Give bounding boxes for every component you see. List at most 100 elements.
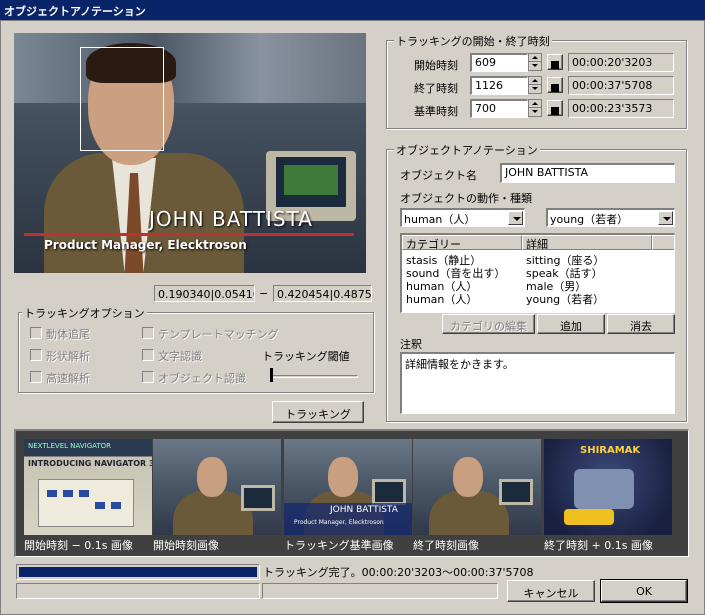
tracking-threshold-label: トラッキング閾値 [262,350,350,363]
thumb-person-head [453,457,483,497]
reference-set-button[interactable] [547,100,563,116]
motion-tracking-checkbox[interactable] [30,327,42,339]
list-item-detail[interactable]: young（若者） [526,291,604,307]
progress-bar [16,564,260,580]
bbox-separator: − [259,287,269,300]
text-recognition-checkbox[interactable] [142,349,154,361]
motion-tracking-label: 動体追尾 [46,328,90,341]
delete-button[interactable]: 消去 [607,314,675,334]
extra-column-header[interactable] [652,235,674,250]
video-caption-role: Product Manager, Elecktroson [44,238,247,252]
thumb-person-head [328,457,358,497]
thumb5-building [574,469,634,509]
thumb5-title: SHIRAMAK [580,445,641,456]
object-recognition-label: オブジェクト認識 [158,372,246,385]
start-time-label: 開始時刻 [414,59,458,72]
start-set-button[interactable] [547,54,563,70]
fast-analysis-checkbox[interactable] [30,371,42,383]
start-frame-spinner[interactable] [528,53,542,71]
end-timecode: 00:00:37'5708 [568,76,674,95]
list-item-category[interactable]: human（人） [406,291,477,307]
thumb-monitor [372,479,406,505]
object-detail-combo[interactable]: young（若者） [546,208,675,227]
bbox-y1: 0.054166 [214,288,254,301]
shape-analysis-checkbox[interactable] [30,349,42,361]
end-frame-spinner[interactable] [528,76,542,94]
video-preview[interactable]: JOHN BATTISTA Product Manager, Elecktros… [14,33,366,273]
edit-category-button[interactable]: カテゴリの編集 [442,314,535,334]
object-name-label: オブジェクト名 [400,169,477,182]
end-set-button[interactable] [547,77,563,93]
bbox-x1-y1: 0.190340|0.054166 [154,285,255,302]
object-name-input[interactable]: JOHN BATTISTA [500,163,675,183]
tracking-bounding-box[interactable] [80,47,164,151]
tracking-button[interactable]: トラッキング [272,401,364,423]
bbox-x1: 0.190340 [158,288,211,301]
object-action-label: オブジェクトの動作・種類 [400,192,532,205]
reference-frame-input[interactable]: 700 [470,99,528,118]
category-column-header[interactable]: カテゴリー [402,235,522,251]
thumbnail-end-plus[interactable]: SHIRAMAK [544,439,672,535]
bbox-x2: 0.420454 [277,288,330,301]
thumb-monitor [241,485,275,511]
object-type-combo[interactable]: human（人） [400,208,525,227]
thumb1-icon [63,490,73,497]
thumbnail-reference[interactable]: JOHN BATTISTA Product Manager, Elecktros… [284,439,412,535]
thumb5-taxi [564,509,614,525]
filmstrip-panel: NEXTLEVEL NAVIGATOR INTRODUCING NAVIGATO… [14,429,689,557]
chevron-down-icon[interactable] [658,211,673,225]
status-panel-secondary [262,583,498,599]
video-caption-name: JOHN BATTISTA [149,207,313,231]
thumbnail-caption: 終了時刻画像 [413,539,479,552]
thumb1-title-text: INTRODUCING NAVIGATOR 3.0 [28,459,152,468]
progress-bar-fill [19,567,257,577]
shape-analysis-label: 形状解析 [46,350,90,363]
thumbnail-caption: 開始時刻 − 0.1s 画像 [24,539,133,552]
category-list[interactable]: カテゴリー 詳細 stasis（静止） sitting（座る） sound（音を… [400,233,675,313]
thumb-person-head [197,457,227,497]
notes-textarea[interactable]: 詳細情報をかきます。 [400,352,675,414]
thumb1-header-text: NEXTLEVEL NAVIGATOR [28,442,112,450]
threshold-slider-handle[interactable] [270,368,273,382]
detail-column-header[interactable]: 詳細 [522,235,652,251]
reference-frame-spinner[interactable] [528,99,542,117]
fast-analysis-label: 高速解析 [46,372,90,385]
reference-time-label: 基準時刻 [414,105,458,118]
notes-label: 注釈 [400,338,422,351]
thumbnail-caption: 開始時刻画像 [153,539,219,552]
window-title: オブジェクトアノテーション [4,5,146,18]
thumbnail-start-minus[interactable]: NEXTLEVEL NAVIGATOR INTRODUCING NAVIGATO… [24,439,152,535]
stop-square-icon [551,107,559,115]
window-titlebar[interactable]: オブジェクトアノテーション [0,0,705,20]
start-frame-input[interactable]: 609 [470,53,528,72]
template-matching-checkbox[interactable] [142,327,154,339]
start-timecode: 00:00:20'3203 [568,53,674,72]
stop-square-icon [551,61,559,69]
ok-button[interactable]: OK [600,579,688,603]
thumb-monitor [499,479,533,505]
status-message: トラッキング完了。00:00:20'3203〜00:00:37'5708 [263,566,534,579]
chevron-down-icon[interactable] [508,211,523,225]
thumb-person-body [429,491,509,535]
end-frame-input[interactable]: 1126 [470,76,528,95]
thumb3-name: JOHN BATTISTA [330,505,398,515]
video-caption-bar [24,233,354,236]
object-type-value: human（人） [404,213,476,226]
tracking-time-group-title: トラッキングの開始・終了時刻 [394,33,552,49]
template-matching-label: テンプレートマッチング [158,328,279,341]
thumb1-slide [38,479,134,527]
threshold-slider-track[interactable] [270,375,358,378]
annotation-group-title: オブジェクトアノテーション [394,142,540,158]
thumbnail-start[interactable] [153,439,281,535]
status-panel [16,583,260,599]
thumbnail-end[interactable] [413,439,541,535]
cancel-button[interactable]: キャンセル [507,580,595,602]
bbox-y2: 0.4875 [333,288,372,301]
thumb1-icon [79,490,89,497]
object-recognition-checkbox[interactable] [142,371,154,383]
text-recognition-label: 文字認識 [158,350,202,363]
thumb1-icon [111,502,121,509]
video-monitor-content [284,165,338,195]
add-button[interactable]: 追加 [537,314,605,334]
thumbnail-caption: 終了時刻 + 0.1s 画像 [544,539,653,552]
